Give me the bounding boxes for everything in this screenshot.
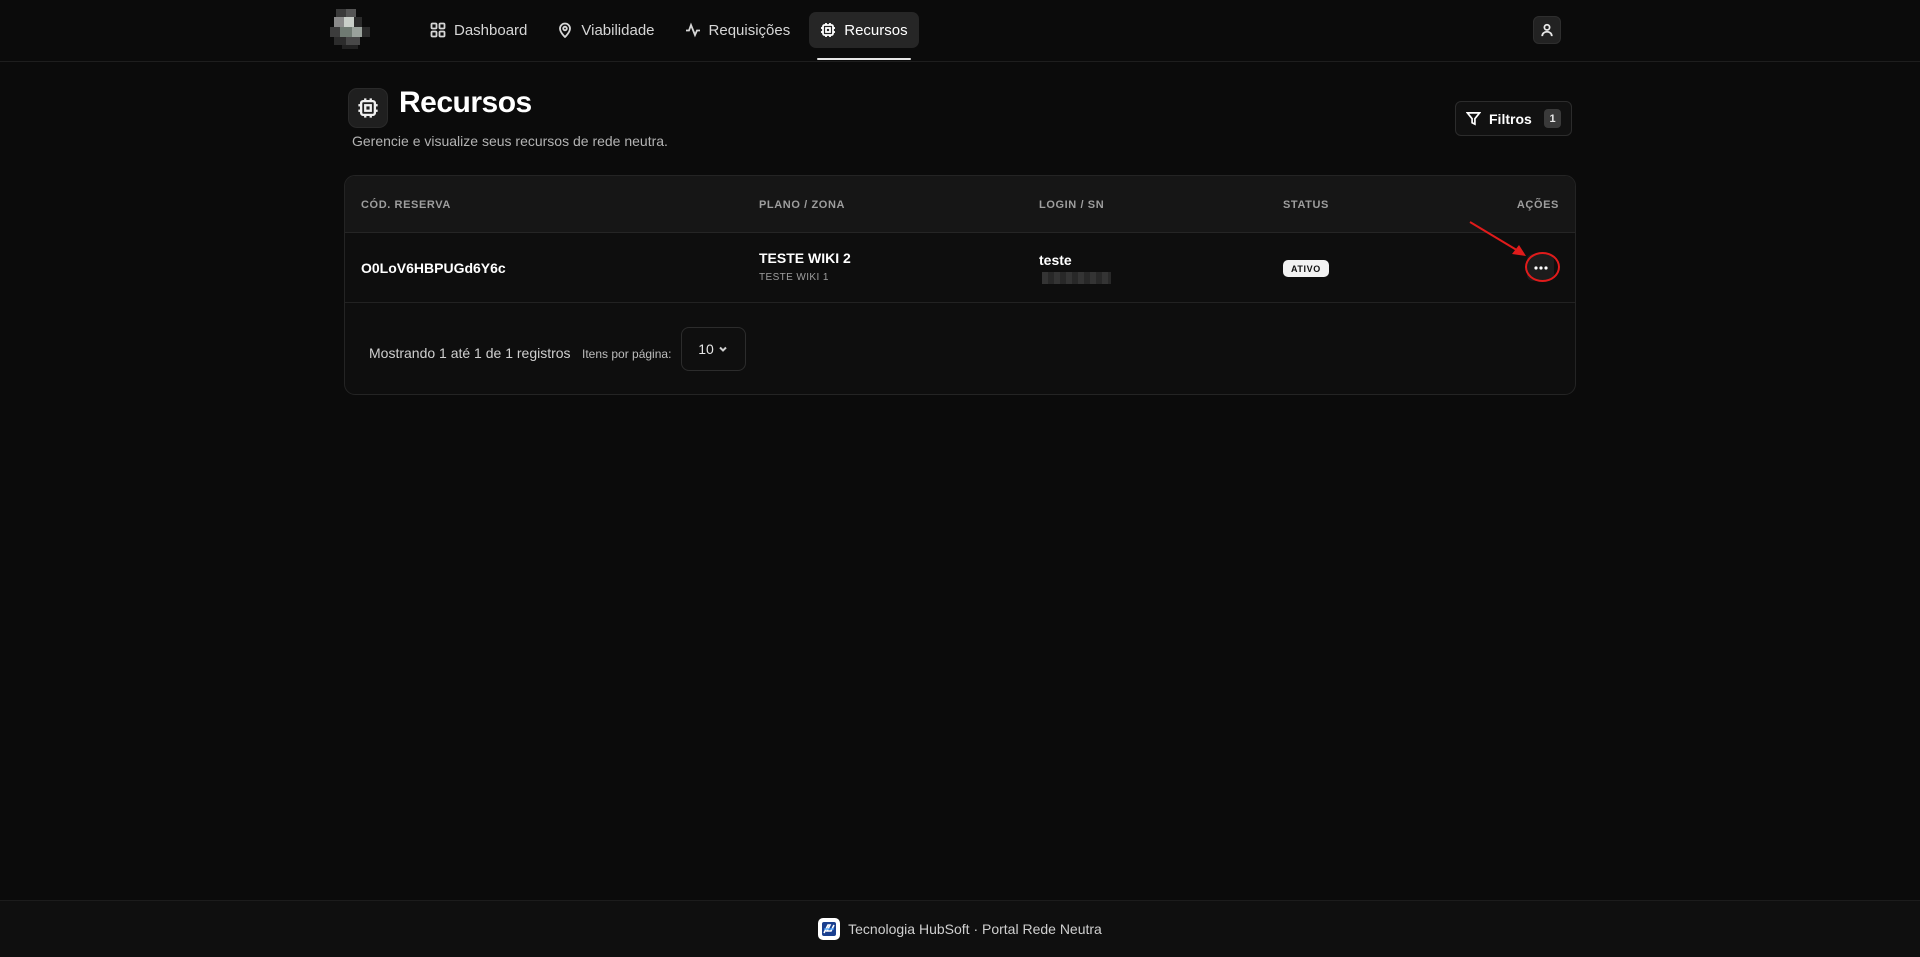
hubsoft-logo-icon [818,918,841,940]
records-count-text: Mostrando 1 até 1 de 1 registros [369,345,571,361]
main-navigation: Dashboard Viabilidade Requisições Recurs… [419,12,919,60]
nav-dashboard-label: Dashboard [454,21,528,39]
more-horizontal-icon [1533,265,1548,270]
resources-table-card: CÓD. RESERVA PLANO / ZONA LOGIN / SN STA… [344,175,1576,395]
table-row[interactable]: O0LoV6HBPUGd6Y6c TESTE WIKI 2 TESTE WIKI… [345,233,1575,303]
nav-requisicoes[interactable]: Requisições [674,12,802,48]
serial-number-redacted [1042,272,1111,284]
grid-icon [430,22,446,38]
filter-icon [1466,112,1481,126]
page-subtitle: Gerencie e visualize seus recursos de re… [352,133,668,149]
column-header-plan: PLANO / ZONA [759,199,846,211]
top-navbar: Dashboard Viabilidade Requisições Recurs… [0,0,1920,62]
user-icon [1541,23,1553,37]
column-header-actions: AÇÕES [1516,199,1559,211]
page-title: Recursos [399,86,532,119]
nav-viabilidade-label: Viabilidade [581,21,655,39]
chip-icon [821,23,836,37]
footer-text: Tecnologia HubSoft · Portal Rede Neutra [848,921,1102,937]
page-footer: Tecnologia HubSoft · Portal Rede Neutra [0,900,1920,957]
nav-requisicoes-label: Requisições [708,21,791,39]
per-page-value: 10 [698,341,714,357]
chevron-down-icon [719,346,727,352]
company-logo[interactable] [330,9,374,49]
login-value: teste [1039,252,1072,268]
column-header-login: LOGIN / SN [1039,199,1105,211]
page-chip-icon-box [348,88,388,128]
per-page-label: Itens por página: [582,347,672,361]
nav-dashboard[interactable]: Dashboard [419,12,538,48]
activity-icon [685,22,700,38]
column-header-status: STATUS [1283,199,1329,211]
column-header-code: CÓD. RESERVA [361,199,451,211]
nav-viabilidade[interactable]: Viabilidade [546,12,665,48]
zone-name: TESTE WIKI 1 [759,272,829,283]
user-menu-button[interactable] [1533,16,1561,44]
status-badge: ATIVO [1283,260,1329,277]
row-actions-button[interactable] [1527,254,1554,281]
filters-label: Filtros [1489,110,1532,127]
table-pagination: Mostrando 1 até 1 de 1 registros Itens p… [345,304,1575,394]
chip-icon [358,98,378,118]
nav-recursos[interactable]: Recursos [809,12,919,60]
reservation-code: O0LoV6HBPUGd6Y6c [361,260,506,276]
per-page-select[interactable]: 10 [681,327,746,371]
nav-recursos-label: Recursos [844,21,908,39]
filters-count-badge: 1 [1544,109,1561,128]
map-pin-icon [559,22,572,38]
filters-button[interactable]: Filtros 1 [1455,101,1572,136]
table-header: CÓD. RESERVA PLANO / ZONA LOGIN / SN STA… [345,176,1575,233]
plan-name: TESTE WIKI 2 [759,250,851,266]
